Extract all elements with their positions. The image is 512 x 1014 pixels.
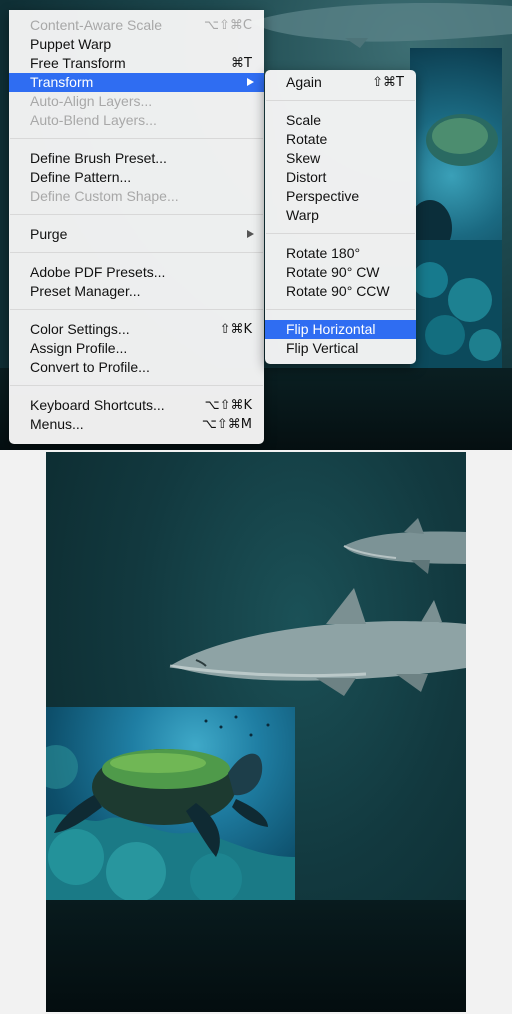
submenu-item-rotate[interactable]: Rotate: [265, 130, 416, 149]
submenu-item-rotate-90-cw[interactable]: Rotate 90° CW: [265, 263, 416, 282]
menu-item-define-custom-shape[interactable]: Define Custom Shape...: [9, 187, 264, 206]
submenu-item-distort[interactable]: Distort: [265, 168, 416, 187]
menu-separator: [266, 233, 415, 234]
shortcut-label: ⇧⌘K: [219, 322, 252, 337]
menu-item-color-settings[interactable]: Color Settings... ⇧⌘K: [9, 320, 264, 339]
submenu-item-skew[interactable]: Skew: [265, 149, 416, 168]
edit-menu: Content-Aware Scale ⌥⇧⌘C Puppet Warp Fre…: [9, 10, 264, 444]
submenu-item-rotate-90-ccw[interactable]: Rotate 90° CCW: [265, 282, 416, 301]
menu-item-auto-blend-layers[interactable]: Auto-Blend Layers...: [9, 111, 264, 130]
submenu-item-rotate-180[interactable]: Rotate 180°: [265, 244, 416, 263]
shortcut-label: ⌥⇧⌘M: [201, 417, 252, 432]
menu-separator: [10, 309, 263, 310]
shark-large-image: [169, 588, 466, 696]
menu-separator: [10, 385, 263, 386]
menu-separator: [266, 100, 415, 101]
menu-item-free-transform[interactable]: Free Transform ⌘T: [9, 54, 264, 73]
menu-item-adobe-pdf-presets[interactable]: Adobe PDF Presets...: [9, 263, 264, 282]
coral-reef: [410, 240, 502, 368]
seafloor: [46, 900, 466, 1012]
submenu-item-flip-vertical[interactable]: Flip Vertical: [265, 339, 416, 358]
shark-silhouette: [250, 3, 512, 48]
submenu-arrow-icon: [247, 78, 254, 86]
submenu-item-flip-horizontal[interactable]: Flip Horizontal: [265, 320, 416, 339]
document-canvas[interactable]: [46, 452, 466, 1012]
shark-small-image: [343, 518, 466, 574]
top-screenshot: Content-Aware Scale ⌥⇧⌘C Puppet Warp Fre…: [0, 0, 512, 450]
turtle-image: [46, 715, 295, 901]
menu-separator: [10, 252, 263, 253]
menu-item-puppet-warp[interactable]: Puppet Warp: [9, 35, 264, 54]
submenu-item-perspective[interactable]: Perspective: [265, 187, 416, 206]
menu-item-keyboard-shortcuts[interactable]: Keyboard Shortcuts... ⌥⇧⌘K: [9, 396, 264, 415]
menu-item-assign-profile[interactable]: Assign Profile...: [9, 339, 264, 358]
menu-item-define-pattern[interactable]: Define Pattern...: [9, 168, 264, 187]
menu-item-preset-manager[interactable]: Preset Manager...: [9, 282, 264, 301]
submenu-item-scale[interactable]: Scale: [265, 111, 416, 130]
menu-item-auto-align-layers[interactable]: Auto-Align Layers...: [9, 92, 264, 111]
shortcut-label: ⌘T: [231, 56, 252, 71]
menu-item-transform[interactable]: Transform: [9, 73, 264, 92]
turtle-photo-layer[interactable]: [46, 707, 295, 901]
menu-item-convert-to-profile[interactable]: Convert to Profile...: [9, 358, 264, 377]
menu-item-purge[interactable]: Purge: [9, 225, 264, 244]
transform-submenu: Again ⇧⌘T Scale Rotate Skew Distort Pers…: [265, 70, 416, 364]
submenu-item-warp[interactable]: Warp: [265, 206, 416, 225]
menu-separator: [10, 138, 263, 139]
menu-separator: [10, 214, 263, 215]
turtle-image: [410, 114, 498, 256]
shortcut-label: ⌥⇧⌘C: [204, 18, 252, 33]
menu-item-define-brush-preset[interactable]: Define Brush Preset...: [9, 149, 264, 168]
submenu-item-again[interactable]: Again ⇧⌘T: [265, 73, 416, 92]
menu-item-content-aware-scale[interactable]: Content-Aware Scale ⌥⇧⌘C: [9, 16, 264, 35]
submenu-arrow-icon: [247, 230, 254, 238]
shortcut-label: ⇧⌘T: [372, 75, 404, 90]
menu-separator: [266, 309, 415, 310]
shortcut-label: ⌥⇧⌘K: [204, 398, 252, 413]
menu-item-menus[interactable]: Menus... ⌥⇧⌘M: [9, 415, 264, 434]
